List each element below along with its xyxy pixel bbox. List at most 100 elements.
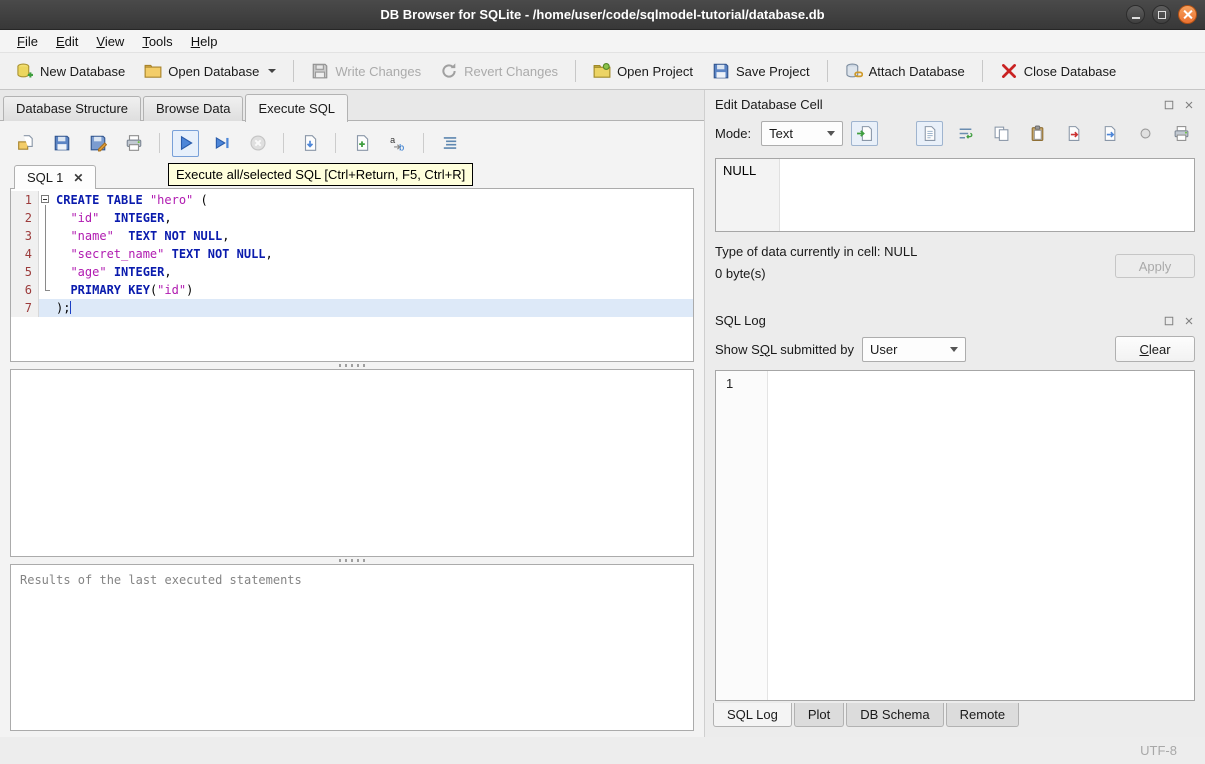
print-cell-button[interactable] bbox=[1168, 121, 1195, 146]
title-bar[interactable]: DB Browser for SQLite - /home/user/code/… bbox=[0, 0, 1205, 30]
close-dock-button[interactable] bbox=[1183, 315, 1195, 327]
save-results-button[interactable] bbox=[296, 130, 323, 157]
execute-all-icon bbox=[177, 134, 195, 152]
apply-button[interactable]: Apply bbox=[1115, 254, 1195, 278]
open-sql-file-button[interactable] bbox=[12, 130, 39, 157]
find-replace-icon: ab bbox=[389, 134, 407, 152]
close-button[interactable] bbox=[1178, 5, 1197, 24]
cell-editor[interactable]: NULL bbox=[715, 158, 1195, 232]
line-number: 7 bbox=[11, 299, 39, 317]
copy-icon bbox=[993, 125, 1010, 142]
dropdown-arrow-icon[interactable] bbox=[268, 69, 277, 73]
tab-browse-data[interactable]: Browse Data bbox=[143, 96, 244, 121]
sql-editor[interactable]: 1 CREATE TABLE "hero" (2 "id" INTEGER, 3 "… bbox=[10, 188, 694, 362]
menu-tools[interactable]: Tools bbox=[133, 31, 181, 52]
save-sql-file-icon bbox=[53, 134, 71, 152]
write-changes-button[interactable]: Write Changes bbox=[303, 57, 429, 85]
dock-tab-plot[interactable]: Plot bbox=[793, 703, 845, 727]
save-sql-file-button[interactable] bbox=[48, 130, 75, 157]
cell-info: Type of data currently in cell: NULL 0 b… bbox=[705, 232, 1205, 292]
close-dock-button[interactable] bbox=[1183, 99, 1195, 111]
execute-all-button[interactable] bbox=[172, 129, 199, 157]
import-from-file-button[interactable] bbox=[851, 120, 879, 146]
window-title: DB Browser for SQLite - /home/user/code/… bbox=[380, 7, 825, 22]
execute-current-line-button[interactable] bbox=[208, 130, 235, 157]
results-placeholder: Results of the last executed statements bbox=[20, 573, 302, 587]
svg-text:a: a bbox=[390, 135, 395, 145]
stop-execution-button[interactable] bbox=[244, 130, 271, 157]
close-icon bbox=[1185, 101, 1193, 108]
menu-view[interactable]: View bbox=[87, 31, 133, 52]
paste-cell-button[interactable] bbox=[1024, 121, 1051, 146]
toolbar-separator bbox=[423, 133, 424, 153]
text-view-button[interactable] bbox=[916, 120, 943, 146]
revert-changes-button[interactable]: Revert Changes bbox=[432, 57, 566, 85]
copy-cell-button[interactable] bbox=[988, 121, 1015, 146]
save-project-button[interactable]: Save Project bbox=[704, 57, 818, 85]
dock-tab-sql-log[interactable]: SQL Log bbox=[713, 703, 792, 727]
log-line-number: 1 bbox=[716, 371, 768, 700]
set-null-button[interactable] bbox=[1132, 121, 1159, 146]
open-new-tab-button[interactable] bbox=[348, 130, 375, 157]
word-wrap-button[interactable] bbox=[952, 121, 979, 146]
log-content bbox=[768, 371, 1194, 700]
auto-format-icon bbox=[441, 134, 459, 152]
doc-arrow-red-icon bbox=[1065, 125, 1082, 142]
attach-database-button[interactable]: Attach Database bbox=[837, 57, 973, 85]
find-replace-button[interactable]: ab bbox=[384, 130, 411, 157]
chevron-down-icon bbox=[950, 346, 958, 352]
log-filter-select[interactable]: User bbox=[862, 336, 966, 362]
dock-tab-db-schema[interactable]: DB Schema bbox=[846, 703, 944, 727]
open-database-button[interactable]: Open Database bbox=[136, 57, 284, 85]
code-line: 6 PRIMARY KEY("id") bbox=[11, 281, 693, 299]
close-tab-icon[interactable]: ✕ bbox=[73, 172, 83, 184]
splitter-handle[interactable] bbox=[6, 362, 698, 369]
fold-marker bbox=[39, 281, 53, 299]
main-panel: Database Structure Browse Data Execute SQL… bbox=[0, 90, 704, 737]
float-dock-button[interactable] bbox=[1163, 99, 1175, 111]
dock-tab-bar: SQL Log Plot DB Schema Remote bbox=[705, 703, 1205, 733]
db-attach-icon bbox=[845, 62, 863, 80]
clear-button[interactable]: Clear bbox=[1115, 336, 1195, 362]
menu-help[interactable]: Help bbox=[182, 31, 227, 52]
mode-select[interactable]: Text bbox=[761, 120, 844, 146]
open-project-button[interactable]: Open Project bbox=[585, 57, 701, 85]
dock-tab-remote[interactable]: Remote bbox=[945, 703, 1020, 727]
sql-log-header: SQL Log bbox=[705, 306, 1205, 330]
main-tab-bar: Database Structure Browse Data Execute SQL bbox=[3, 93, 350, 122]
menu-edit[interactable]: Edit bbox=[47, 31, 87, 52]
tab-database-structure[interactable]: Database Structure bbox=[3, 96, 142, 121]
export-binary-button[interactable] bbox=[1096, 121, 1123, 146]
sql-toolbar: ab bbox=[6, 125, 698, 161]
revert-changes-icon bbox=[440, 62, 458, 80]
toolbar-separator bbox=[335, 133, 336, 153]
fold-marker[interactable] bbox=[39, 191, 53, 209]
code-line: 4 "secret_name" TEXT NOT NULL, bbox=[11, 245, 693, 263]
close-database-button[interactable]: Close Database bbox=[992, 57, 1125, 85]
float-dock-button[interactable] bbox=[1163, 315, 1175, 327]
menu-file[interactable]: File bbox=[8, 31, 47, 52]
right-dock: Edit Database Cell Mode: Text NULL Type … bbox=[704, 90, 1205, 737]
print-sql-button[interactable] bbox=[120, 130, 147, 157]
maximize-button[interactable] bbox=[1152, 5, 1171, 24]
minimize-icon bbox=[1131, 16, 1140, 19]
fold-marker bbox=[39, 299, 53, 317]
tab-execute-sql[interactable]: Execute SQL bbox=[245, 94, 349, 122]
fold-marker bbox=[39, 227, 53, 245]
db-new-icon bbox=[16, 62, 34, 80]
toolbar-separator bbox=[293, 60, 295, 82]
minimize-button[interactable] bbox=[1126, 5, 1145, 24]
sql-tab[interactable]: SQL 1 ✕ bbox=[14, 165, 97, 189]
toolbar-separator bbox=[826, 60, 828, 82]
new-database-button[interactable]: New Database bbox=[8, 57, 133, 85]
sql-log-view[interactable]: 1 bbox=[715, 370, 1195, 701]
sql-log-title: SQL Log bbox=[715, 313, 766, 328]
fold-marker bbox=[39, 263, 53, 281]
save-sql-as-button[interactable] bbox=[84, 130, 111, 157]
doc-text-icon bbox=[921, 125, 938, 142]
splitter-handle[interactable] bbox=[6, 557, 698, 564]
auto-format-button[interactable] bbox=[436, 130, 463, 157]
fold-marker bbox=[39, 245, 53, 263]
export-text-button[interactable] bbox=[1060, 121, 1087, 146]
sql-log-filter-row: Show SQL submitted by User Clear bbox=[705, 330, 1205, 368]
